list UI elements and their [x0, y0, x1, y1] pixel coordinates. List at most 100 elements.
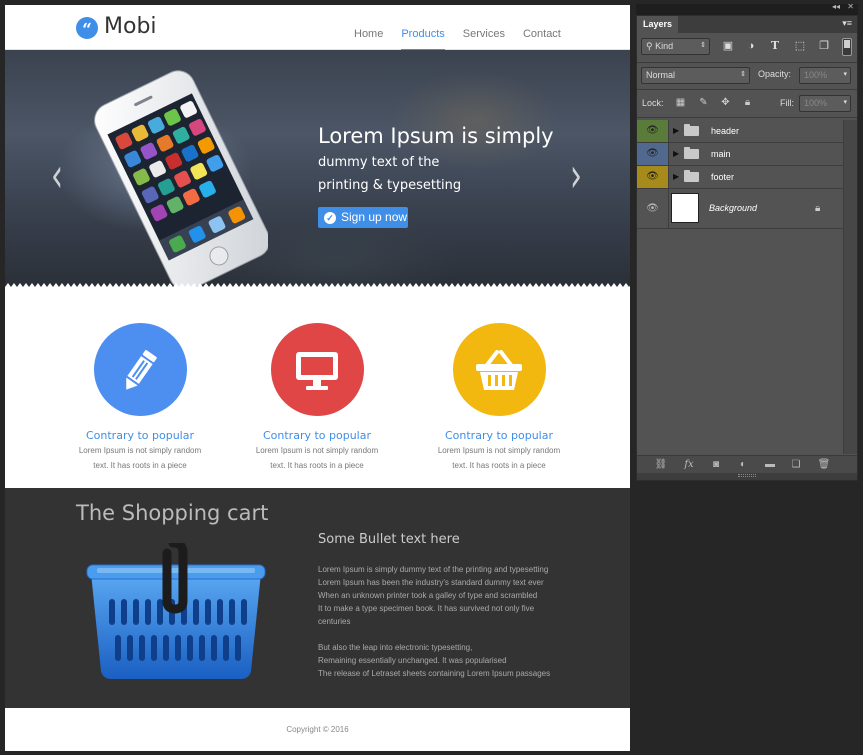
shopping-basket-image [86, 543, 266, 679]
feature-card: Contrary to popular Lorem Ipsum is not s… [60, 295, 220, 472]
monitor-icon [296, 351, 338, 390]
filter-toggle-switch[interactable] [842, 38, 852, 56]
bullet-line: When an unknown printer took a galley of… [318, 591, 538, 600]
lock-position-icon[interactable]: ✥ [719, 96, 732, 109]
panel-resize-bar [637, 473, 857, 480]
basket-icon [476, 349, 522, 390]
panel-divider [637, 89, 857, 90]
divider [668, 166, 669, 188]
check-icon: ✓ [324, 211, 336, 224]
feature-card: Contrary to popular Lorem Ipsum is not s… [419, 295, 579, 472]
blend-mode-select[interactable]: Normal ⇕ [641, 67, 750, 84]
add-mask-icon[interactable]: ◙ [709, 458, 723, 472]
adjustment-filter-icon[interactable]: ◑ [744, 39, 758, 53]
copyright-text: Copyright © 2016 [286, 725, 349, 734]
fill-value: 100% [804, 98, 828, 108]
hero-subtitle-line1: dummy text of the [318, 155, 440, 170]
layer-row-background[interactable]: 👁︎ Background 🔒︎ [637, 189, 843, 229]
signup-button-label: Sign up now [341, 210, 408, 224]
features-section: Contrary to popular Lorem Ipsum is not s… [5, 295, 630, 488]
divider [668, 143, 669, 165]
eye-icon[interactable]: 👁︎ [637, 120, 668, 142]
image-filter-icon[interactable]: ▣ [721, 39, 735, 53]
link-layers-icon[interactable]: ⛓︎ [654, 458, 668, 472]
cart-title: The Shopping cart [76, 501, 269, 525]
signup-button[interactable]: ✓ Sign up now [318, 207, 408, 228]
hero-title: Lorem Ipsum is simply [318, 124, 554, 148]
shopping-cart-section: The Shopping cart Some Bullet text here … [5, 488, 630, 708]
expand-arrow-icon[interactable]: ▶ [673, 143, 679, 165]
divider [668, 189, 669, 228]
feature-circle [93, 323, 187, 416]
site-header: “ Mobi Home Products Services Contact [5, 5, 630, 51]
layer-name: main [711, 149, 731, 159]
close-panel-icon[interactable]: ✕ [847, 2, 854, 11]
bullet-line: Remaining essentially unchanged. It was … [318, 656, 507, 665]
logo-text: Mobi [104, 14, 157, 39]
fill-field[interactable]: 100% ▾ [799, 95, 851, 112]
feature-circle [452, 323, 546, 416]
panel-menu-icon[interactable]: ▾≡ [842, 18, 852, 29]
nav-contact[interactable]: Contact [514, 5, 570, 50]
eye-icon[interactable]: 👁︎ [637, 189, 668, 228]
resize-grip-icon[interactable] [738, 474, 756, 477]
layer-list-scrollbar[interactable] [843, 120, 857, 454]
panel-tab-bar: Layers ▾≡ [637, 16, 857, 33]
eye-icon[interactable]: 👁︎ [637, 166, 668, 188]
opacity-value: 100% [804, 70, 828, 80]
nav-products[interactable]: Products [392, 5, 453, 51]
hero-zigzag-edge [5, 283, 630, 290]
eye-icon[interactable]: 👁︎ [637, 143, 668, 165]
tab-layers[interactable]: Layers [637, 16, 679, 33]
collapse-panels-icon[interactable]: ◂◂ [832, 2, 840, 11]
nav-home[interactable]: Home [345, 5, 392, 50]
new-group-icon[interactable]: ▬ [763, 458, 777, 472]
feature-desc-line1: Lorem Ipsum is not simply random [437, 446, 561, 455]
expand-arrow-icon[interactable]: ▶ [673, 166, 679, 188]
trash-icon[interactable]: 🗑︎ [817, 458, 831, 472]
canvas-document: “ Mobi Home Products Services Contact ‹ … [5, 5, 630, 751]
feature-desc-line2: text. It has roots in a piece [270, 461, 364, 470]
nav-services[interactable]: Services [454, 5, 514, 50]
feature-title[interactable]: Contrary to popular [237, 429, 397, 442]
lock-transparent-pixels-icon[interactable]: ▦ [674, 96, 687, 109]
hero-slider: ‹ › Lorem Ipsum is simply dummy text of … [5, 50, 630, 290]
layer-list: 👁︎ ▶ header 👁︎ ▶ main 👁︎ ▶ footer 👁︎ Bac… [637, 120, 843, 229]
panel-dock-bar: ◂◂ ✕ [636, 2, 858, 15]
lock-all-icon[interactable]: 🔒︎ [741, 96, 754, 109]
opacity-label: Opacity: [758, 69, 792, 79]
feature-desc-line2: text. It has roots in a piece [93, 461, 187, 470]
feature-title[interactable]: Contrary to popular [60, 429, 220, 442]
filter-kind-select[interactable]: ⚲ Kind ⇕ [641, 38, 710, 55]
bullet-line [318, 628, 550, 641]
folder-icon [684, 170, 699, 182]
opacity-field[interactable]: 100% ▾ [799, 67, 851, 84]
new-layer-icon[interactable]: ❏ [789, 458, 803, 472]
layers-panel: Layers ▾≡ ⚲ Kind ⇕ ▣ ◑ T ⬚ ❐ Normal ⇕ Op… [636, 15, 858, 481]
layer-row-header[interactable]: 👁︎ ▶ header [637, 120, 843, 143]
layer-row-footer[interactable]: 👁︎ ▶ footer [637, 166, 843, 189]
feature-desc-line1: Lorem Ipsum is not simply random [78, 446, 202, 455]
hero-subtitle-line2: printing & typesetting [318, 178, 462, 193]
bullet-line: Lorem Ipsum is simply dummy text of the … [318, 565, 549, 574]
slider-prev-arrow-icon[interactable]: ‹ [51, 152, 63, 201]
smart-object-filter-icon[interactable]: ❐ [817, 39, 831, 53]
layer-name: header [711, 126, 740, 136]
lock-image-pixels-icon[interactable]: ✎ [697, 96, 710, 109]
bullet-line: centuries [318, 617, 351, 626]
bullet-title: Some Bullet text here [318, 532, 460, 547]
adjustment-layer-icon[interactable]: ◐ [736, 458, 750, 472]
layer-row-main[interactable]: 👁︎ ▶ main [637, 143, 843, 166]
feature-title[interactable]: Contrary to popular [419, 429, 579, 442]
shape-filter-icon[interactable]: ⬚ [793, 39, 807, 53]
folder-icon [684, 147, 699, 159]
expand-arrow-icon[interactable]: ▶ [673, 120, 679, 142]
panel-footer-toolbar: ⛓︎ fx ◙ ◐ ▬ ❏ 🗑︎ [637, 455, 857, 473]
layer-name: footer [711, 172, 735, 182]
fx-icon[interactable]: fx [682, 458, 696, 472]
chevron-down-icon: ▾ [843, 99, 847, 106]
main-nav: Home Products Services Contact [345, 5, 570, 51]
blend-mode-value: Normal [646, 70, 676, 80]
type-filter-icon[interactable]: T [768, 39, 782, 53]
slider-next-arrow-icon[interactable]: › [570, 152, 582, 201]
